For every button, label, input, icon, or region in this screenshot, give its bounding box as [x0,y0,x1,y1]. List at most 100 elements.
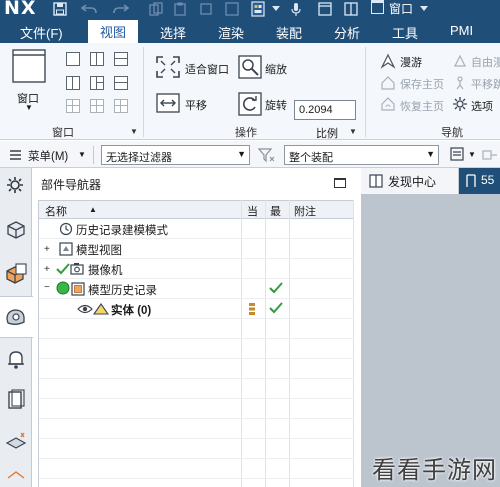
zoom-icon[interactable] [238,55,262,82]
menu-bar: 文件(F) 视图 选择 渲染 装配 分析 工具 PMI [0,20,500,44]
history-library-icon[interactable] [4,388,28,412]
layout-grid-icon[interactable] [90,99,104,113]
selection-filter-value: 无选择过滤器 [106,152,172,164]
system-materials-icon[interactable] [4,430,28,454]
touch-mode-icon[interactable] [250,1,266,17]
window-button-dropdown-icon[interactable]: ▼ [25,103,33,112]
save-icon[interactable] [52,1,68,17]
navigator-tree-table[interactable]: 名称 ▲ 当 最 附注 历史记录建模模式 + 模型视图 + 摄像机 − 模型历史… [38,200,354,487]
layout-single-icon[interactable] [66,52,80,66]
save-home-icon[interactable] [380,75,396,94]
customize-dropdown-icon[interactable] [270,1,282,17]
window-menu-dropdown-icon[interactable] [418,1,430,17]
layout-vertical-split-icon[interactable] [90,52,104,66]
document-tab-bar: 发现中心 55 [361,168,500,194]
rotate-label[interactable]: 旋转 [265,97,287,113]
group-operation-expand-icon[interactable]: ▼ [349,127,357,136]
visibility-eye-icon[interactable] [77,302,93,319]
layout-three-view-icon[interactable] [90,76,104,90]
tree-row-cameras[interactable]: + 摄像机 [39,259,354,279]
menu-select[interactable]: 选择 [160,23,186,42]
save-home-label[interactable]: 保存主页 [400,76,444,92]
scale-input[interactable]: 0.2094 [294,100,356,120]
column-current-header[interactable]: 当 [247,203,258,219]
layout-top-bottom-icon[interactable] [114,76,128,90]
menu-hamburger-icon[interactable] [10,149,21,163]
column-name-header[interactable]: 名称 [45,203,67,219]
tree-row-label: 模型视图 [76,245,122,257]
pan-label[interactable]: 平移 [185,97,207,113]
menu-file[interactable]: 文件(F) [20,23,63,42]
pan-icon[interactable] [156,93,180,116]
clock-icon [59,222,73,239]
redo-icon[interactable] [112,1,130,17]
selection-scope-icon[interactable] [450,147,466,166]
group-window-expand-icon[interactable]: ▼ [130,127,138,136]
menu-view[interactable]: 视图 [88,20,139,44]
menu-button-dropdown-icon[interactable]: ▼ [78,150,86,159]
menu-assembly[interactable]: 装配 [276,23,302,42]
process-studio-icon[interactable] [4,466,28,484]
roam-label[interactable]: 漫游 [400,54,422,70]
3d-viewport[interactable] [361,194,500,487]
tree-row-bodies[interactable]: 实体 (0) [39,299,354,319]
menu-analysis[interactable]: 分析 [334,23,360,42]
restore-home-icon[interactable] [380,96,396,115]
roam-icon[interactable] [380,53,396,72]
assembly-navigator-icon[interactable] [4,218,28,242]
column-note-header[interactable]: 附注 [294,203,316,219]
delete-icon[interactable] [198,1,214,17]
undo-icon[interactable] [80,1,98,17]
tab-part-file[interactable]: 55 [459,168,500,194]
graphics-area: 发现中心 55 [361,168,500,487]
layout-icon[interactable] [343,1,359,17]
part-navigator-tab[interactable] [0,296,33,338]
free-roam-label[interactable]: 自由漫游 [471,54,500,70]
layout-horizontal-split-icon[interactable] [114,52,128,66]
layout-grid-alt-icon[interactable] [114,99,128,113]
filter-funnel-icon[interactable] [257,147,276,166]
zoom-label[interactable]: 缩放 [265,61,287,77]
tree-row-model-history[interactable]: − 模型历史记录 [39,279,354,299]
empty-row [39,439,354,459]
resource-settings-gear-icon[interactable] [4,174,28,198]
selection-filter-dropdown[interactable]: 无选择过滤器 ▼ [101,145,250,165]
sort-ascending-icon[interactable]: ▲ [89,205,97,214]
selection-scope-dropdown-icon[interactable]: ▼ [468,150,476,159]
menu-pmi[interactable]: PMI [450,23,473,38]
reuse-library-bell-icon[interactable] [4,347,28,371]
fit-window-label[interactable]: 适合窗口 [185,61,229,77]
menu-button-label[interactable]: 菜单(M) [28,148,68,164]
tab-discovery-center[interactable]: 发现中心 [361,168,459,194]
options-gear-icon[interactable] [452,96,468,115]
constraint-navigator-icon[interactable] [4,262,28,286]
menu-render[interactable]: 渲染 [218,23,244,42]
walk-icon[interactable] [452,75,468,94]
window-menu-label[interactable]: 窗口 [389,0,413,17]
tree-row-model-views[interactable]: + 模型视图 [39,239,354,259]
restore-home-label[interactable]: 恢复主页 [400,98,444,114]
window-large-icon[interactable] [12,49,46,86]
fit-window-icon[interactable] [156,56,180,81]
layout-left-right-icon[interactable] [66,76,80,90]
assembly-scope-dropdown[interactable]: 整个装配 ▼ [284,145,439,165]
expand-plus-icon[interactable]: + [44,264,50,275]
column-latest-header[interactable]: 最 [270,203,281,219]
copy-icon[interactable] [148,1,164,17]
rotate-icon[interactable] [238,92,262,119]
window-menu-icon[interactable] [371,0,384,14]
window-switch-icon[interactable] [317,1,333,17]
maximize-icon[interactable] [334,178,346,188]
walk-label[interactable]: 平移跳 [471,76,500,92]
free-roam-icon[interactable] [452,53,468,72]
tree-row-history-mode[interactable]: 历史记录建模模式 [39,219,354,239]
options-label[interactable]: 选项 [471,98,493,114]
layout-quad-icon[interactable] [66,99,80,113]
microphone-icon[interactable] [289,1,303,17]
menu-tools[interactable]: 工具 [392,23,418,42]
snap-point-icon[interactable] [482,147,498,166]
expand-plus-icon[interactable]: + [44,244,50,255]
collapse-minus-icon[interactable]: − [44,282,50,293]
repeat-command-icon[interactable] [224,1,240,17]
paste-icon[interactable] [172,1,188,17]
